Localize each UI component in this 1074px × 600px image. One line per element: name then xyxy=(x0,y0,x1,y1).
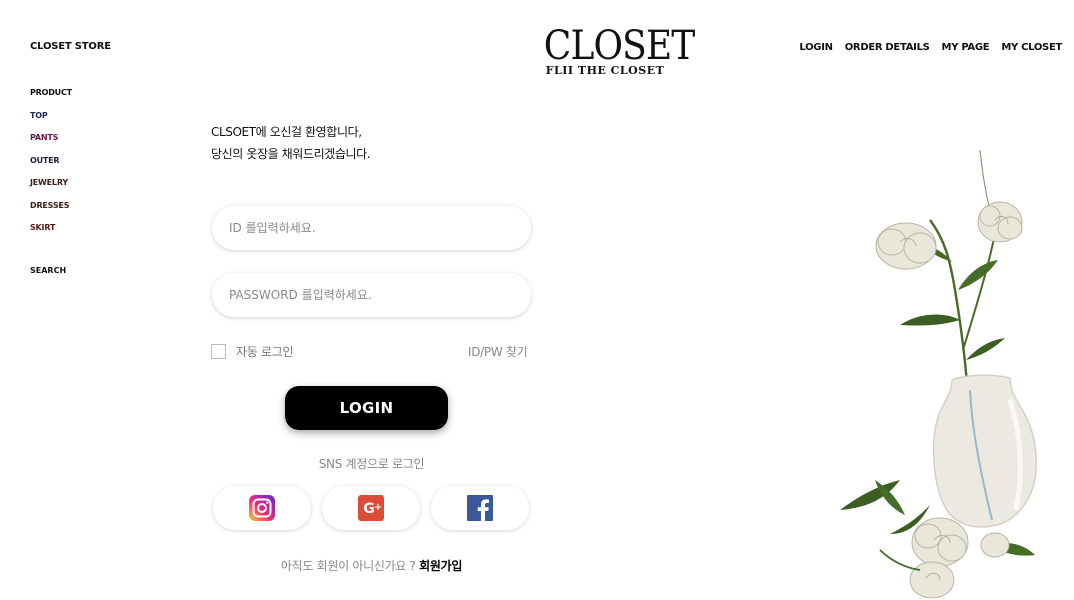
top-nav-order-details[interactable]: ORDER DETAILS xyxy=(845,42,930,53)
login-button[interactable]: LOGIN xyxy=(285,386,448,430)
top-nav-login[interactable]: LOGIN xyxy=(799,42,833,53)
signup-question: 아직도 회원이 아니신가요 ? xyxy=(280,559,416,573)
auto-login-label[interactable]: 자동 로그인 xyxy=(236,343,294,360)
welcome-message: CLSOET에 오신걸 환영합니다, 당신의 옷장을 채워드리겠습니다. xyxy=(211,121,371,165)
password-input[interactable] xyxy=(212,273,531,317)
category-nav: PRODUCT TOP PANTS OUTER JEWELRY DRESSES … xyxy=(30,87,72,245)
site-logo[interactable]: CLOSET FLII THE CLOSET xyxy=(537,23,695,77)
google-plus-login-button[interactable]: G + xyxy=(322,486,420,530)
auto-login-checkbox[interactable] xyxy=(211,344,226,359)
logo-wordmark: CLOSET xyxy=(543,23,695,69)
welcome-line-1: CLSOET에 오신걸 환영합니다, xyxy=(211,125,362,139)
top-nav-my-closet[interactable]: MY CLOSET xyxy=(1001,42,1062,53)
nav-item-outer[interactable]: OUTER xyxy=(30,155,72,178)
store-name[interactable]: CLOSET STORE xyxy=(30,41,111,52)
svg-text:+: + xyxy=(374,502,382,513)
instagram-icon xyxy=(249,495,275,521)
auto-login-row: 자동 로그인 xyxy=(211,343,294,360)
top-nav: LOGIN ORDER DETAILS MY PAGE MY CLOSET xyxy=(787,42,1062,53)
google-plus-icon: G + xyxy=(358,495,384,521)
facebook-icon xyxy=(467,495,493,521)
find-id-pw-link[interactable]: ID/PW 찾기 xyxy=(468,343,528,360)
flower-vase-image xyxy=(840,150,1037,599)
nav-item-top[interactable]: TOP xyxy=(30,110,72,133)
nav-item-product[interactable]: PRODUCT xyxy=(30,87,72,110)
instagram-login-button[interactable] xyxy=(213,486,311,530)
nav-item-jewelry[interactable]: JEWELRY xyxy=(30,177,72,200)
sns-login-label: SNS 계정으로 로그인 xyxy=(318,457,425,471)
top-nav-my-page[interactable]: MY PAGE xyxy=(942,42,990,53)
nav-item-pants[interactable]: PANTS xyxy=(30,132,72,155)
facebook-login-button[interactable] xyxy=(431,486,529,530)
nav-item-dresses[interactable]: DRESSES xyxy=(30,200,72,223)
sidebar-search-link[interactable]: SEARCH xyxy=(30,266,66,275)
nav-item-skirt[interactable]: SKIRT xyxy=(30,222,72,245)
signup-link[interactable]: 회원가입 xyxy=(419,559,462,573)
signup-prompt: 아직도 회원이 아니신가요 ? 회원가입 xyxy=(212,557,531,574)
welcome-line-2: 당신의 옷장을 채워드리겠습니다. xyxy=(211,147,371,161)
id-input[interactable] xyxy=(212,206,531,250)
